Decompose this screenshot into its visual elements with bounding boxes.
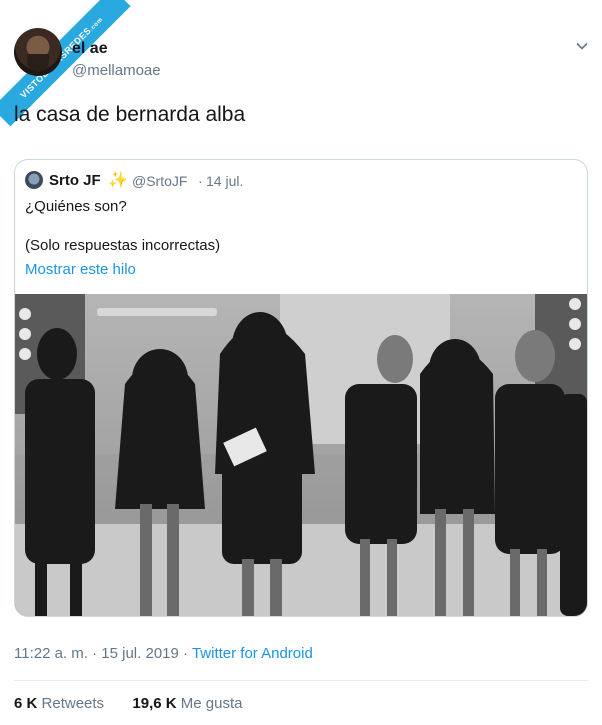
watermark-suffix: .com (88, 16, 105, 33)
tweet-time[interactable]: 11:22 a. m. (14, 645, 88, 662)
chevron-down-icon[interactable] (574, 38, 590, 54)
author-avatar[interactable] (14, 28, 62, 76)
quoted-separator: · (198, 173, 203, 189)
quoted-tweet[interactable]: Srto JF ✨ @SrtoJF · 14 jul. ¿Quiénes son… (14, 159, 588, 617)
author-name[interactable]: el ae (72, 40, 108, 58)
quoted-date[interactable]: 14 jul. (206, 173, 243, 189)
retweets-count[interactable]: 6 K (14, 695, 37, 712)
quoted-text-line1: ¿Quiénes son? (25, 198, 127, 215)
retweets-label[interactable]: Retweets (42, 695, 105, 712)
author-handle[interactable]: @mellamoae (72, 62, 161, 79)
divider (14, 680, 588, 681)
quoted-photo[interactable] (15, 294, 587, 616)
quoted-name[interactable]: Srto JF (49, 172, 101, 189)
tweet-source-link[interactable]: Twitter for Android (192, 645, 313, 662)
quoted-avatar[interactable] (25, 171, 43, 189)
meta-separator: · (92, 645, 98, 662)
sparkles-emoji: ✨ (108, 172, 128, 189)
tweet-date[interactable]: 15 jul. 2019 (101, 645, 179, 662)
meta-separator-2: · (183, 645, 189, 662)
tweet-meta: 11:22 a. m. · 15 jul. 2019 · Twitter for… (14, 645, 313, 662)
tweet-stats: 6 K Retweets 19,6 K Me gusta (14, 695, 242, 712)
quoted-text-line2: (Solo respuestas incorrectas) (25, 237, 221, 254)
likes-count[interactable]: 19,6 K (132, 695, 176, 712)
tweet-text: la casa de bernarda alba (14, 103, 246, 126)
show-thread-link[interactable]: Mostrar este hilo (25, 261, 136, 278)
quoted-handle[interactable]: @SrtoJF (132, 173, 187, 189)
photo-image (15, 294, 587, 616)
likes-label[interactable]: Me gusta (181, 695, 243, 712)
